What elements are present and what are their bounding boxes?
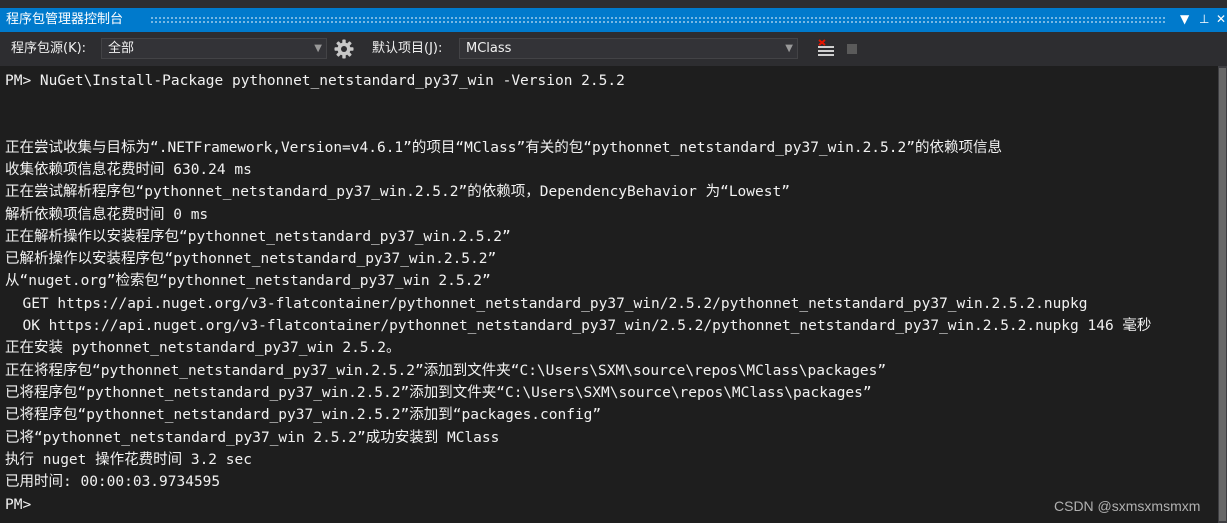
console-line: 已将程序包“pythonnet_netstandard_py37_win.2.5… — [5, 407, 602, 423]
console-line: 已用时间: 00:00:03.9734595 — [5, 474, 221, 490]
window-title: 程序包管理器控制台 — [6, 12, 124, 27]
console-toolbar: 程序包源(K): 全部 ▼ 默认项目(J): MClass ▼ — [0, 32, 1227, 66]
title-grip — [150, 16, 1167, 23]
pin-icon[interactable]: ⊥ — [1199, 11, 1209, 27]
stop-icon[interactable] — [843, 39, 863, 59]
console-line: 已解析操作以安装程序包“pythonnet_netstandard_py37_w… — [5, 251, 497, 267]
close-icon[interactable]: ✕ — [1216, 11, 1226, 27]
console-line: 正在解析操作以安装程序包“pythonnet_netstandard_py37_… — [5, 229, 511, 245]
tool-window-tab[interactable]: 程序包管理器控制台 ▼ ⊥ ✕ — [0, 8, 1227, 32]
console-line: 从“nuget.org”检索包“pythonnet_netstandard_py… — [5, 273, 491, 289]
console-line: 执行 nuget 操作花费时间 3.2 sec — [5, 452, 252, 468]
chevron-down-icon: ▼ — [785, 43, 793, 54]
gear-icon[interactable] — [333, 38, 355, 60]
console-line: 已将程序包“pythonnet_netstandard_py37_win.2.5… — [5, 385, 872, 401]
default-project-label: 默认项目(J): — [372, 41, 443, 56]
console-line: 正在安装 pythonnet_netstandard_py37_win 2.5.… — [5, 340, 401, 356]
console-prompt: PM> — [5, 497, 32, 513]
console-output[interactable]: PM> NuGet\Install-Package pythonnet_nets… — [0, 66, 1218, 523]
console-line: 正在将程序包“pythonnet_netstandard_py37_win.2.… — [5, 363, 887, 379]
vertical-scrollbar[interactable] — [1218, 66, 1227, 523]
clear-console-icon[interactable] — [816, 39, 836, 59]
console-line: 解析依赖项信息花费时间 0 ms — [5, 207, 209, 223]
console-line: 收集依赖项信息花费时间 630.24 ms — [5, 162, 252, 178]
window-position-dropdown-icon[interactable]: ▼ — [1180, 11, 1189, 27]
console-line: GET https://api.nuget.org/v3-flatcontain… — [5, 296, 1088, 312]
package-source-label: 程序包源(K): — [11, 41, 87, 56]
console-line: PM> NuGet\Install-Package pythonnet_nets… — [5, 73, 625, 89]
package-source-value: 全部 — [108, 41, 135, 56]
watermark: CSDN @sxmsxmsmxm — [1054, 498, 1201, 514]
console-line: 已将“pythonnet_netstandard_py37_win 2.5.2”… — [5, 430, 500, 446]
default-project-value: MClass — [466, 41, 512, 56]
title-bar: 程序包管理器控制台 ▼ ⊥ ✕ — [0, 0, 1227, 32]
console-line: OK https://api.nuget.org/v3-flatcontaine… — [5, 318, 1152, 334]
package-source-select[interactable]: 全部 ▼ — [101, 38, 327, 59]
console-line: 正在尝试收集与目标为“.NETFramework,Version=v4.6.1”… — [5, 140, 1002, 156]
default-project-select[interactable]: MClass ▼ — [459, 38, 798, 59]
console-line: 正在尝试解析程序包“pythonnet_netstandard_py37_win… — [5, 184, 790, 200]
chevron-down-icon: ▼ — [314, 43, 322, 54]
scrollbar-thumb[interactable] — [1219, 68, 1226, 521]
